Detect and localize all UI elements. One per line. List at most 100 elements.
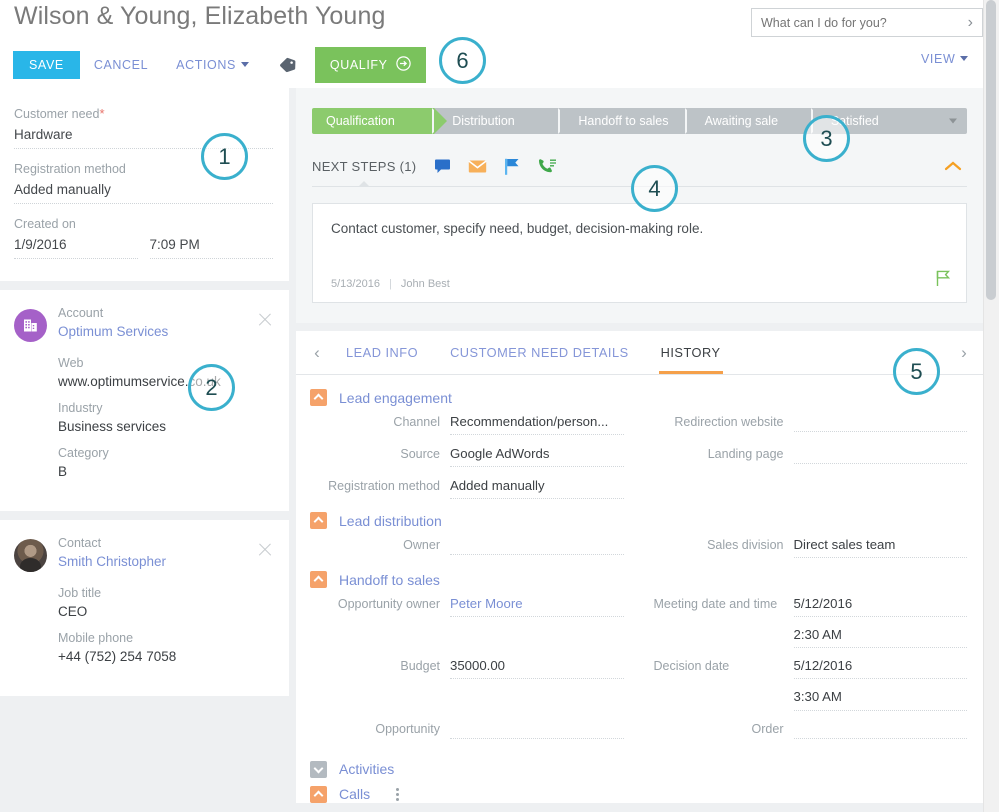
contact-field-mobile-phone: Mobile phone +44 (752) 254 7058 (58, 631, 273, 664)
tab-list: LEAD INFO CUSTOMER NEED DETAILS HISTORY (330, 331, 975, 374)
qualify-button[interactable]: QUALIFY (314, 47, 426, 83)
actions-menu-button[interactable]: ACTIONS (162, 51, 263, 80)
field-label: Decision date (653, 659, 730, 674)
section-title[interactable]: Calls (339, 786, 370, 802)
next-step-meta: 5/13/2016 | John Best (331, 278, 450, 290)
field-value-meeting-date[interactable]: 5/12/2016 (793, 594, 967, 618)
search-box[interactable]: › (751, 8, 983, 37)
stage-distribution[interactable]: Distribution (434, 108, 574, 134)
field-value-channel[interactable]: Recommendation/person... (450, 412, 624, 436)
save-button[interactable]: SAVE (13, 50, 80, 79)
account-field-industry: Industry Business services (58, 401, 273, 434)
cancel-button[interactable]: CANCEL (80, 51, 162, 80)
callout-2: 2 (188, 364, 235, 411)
field-value-opportunity-owner[interactable]: Peter Moore (450, 594, 624, 618)
field-value-meeting-time[interactable]: 2:30 AM (793, 625, 967, 649)
field-value-redirection-website[interactable] (793, 412, 967, 432)
section-lead-distribution-header[interactable]: Lead distribution (310, 512, 967, 529)
callout-3: 3 (803, 115, 850, 162)
action-toolbar: SAVE CANCEL ACTIONS QUALIFY (13, 47, 426, 83)
field-value-decision-time[interactable]: 3:30 AM (793, 687, 967, 711)
field-value-registration-method[interactable]: Added manually (450, 476, 624, 500)
callout-5: 5 (893, 348, 940, 395)
next-step-card[interactable]: Contact customer, specify need, budget, … (312, 203, 967, 303)
field-value-landing-page[interactable] (793, 444, 967, 464)
field-created-on: Created on 1/9/2016 7:09 PM (14, 217, 273, 259)
field-value-opportunity[interactable] (450, 719, 624, 739)
tab-lead-info[interactable]: LEAD INFO (330, 331, 434, 374)
collapse-next-steps-icon[interactable] (943, 159, 963, 177)
field-grid: Lead engagement Channel Recommendation/p… (296, 375, 983, 803)
search-input[interactable] (761, 15, 968, 30)
chevron-down-icon[interactable] (949, 118, 958, 124)
collapse-toggle-icon[interactable] (310, 785, 327, 803)
chevron-left-icon[interactable]: ‹ (304, 343, 330, 363)
more-options-icon[interactable] (396, 787, 400, 801)
chevron-down-icon (960, 56, 969, 61)
field-row: Registration method Added manually (310, 476, 967, 508)
callout-6: 6 (439, 37, 486, 84)
field-value-sales-division[interactable]: Direct sales team (793, 535, 967, 559)
section-title[interactable]: Handoff to sales (339, 572, 440, 588)
field-value-order[interactable] (793, 719, 967, 739)
stage-qualification[interactable]: Qualification (312, 108, 448, 134)
chevron-right-icon[interactable]: › (951, 343, 977, 363)
field-label: Budget (400, 659, 440, 674)
close-icon[interactable] (257, 312, 273, 328)
field-label: Industry (58, 400, 103, 415)
stage-progress-bar: Qualification Distribution Handoff to sa… (312, 108, 968, 134)
tag-icon[interactable] (279, 57, 297, 73)
field-value-created-time[interactable]: 7:09 PM (149, 237, 273, 259)
stage-awaiting-sale[interactable]: Awaiting sale (686, 108, 827, 134)
page-scrollbar[interactable] (983, 0, 999, 812)
tab-history[interactable]: HISTORY (645, 331, 737, 374)
section-lead-engagement-header[interactable]: Lead engagement (310, 389, 967, 406)
flag-outline-icon[interactable] (936, 270, 951, 292)
field-label: Web (58, 355, 84, 370)
collapse-toggle-icon[interactable] (310, 571, 327, 588)
callout-1: 1 (201, 133, 248, 180)
comment-icon[interactable] (434, 158, 451, 174)
collapse-toggle-icon[interactable] (310, 512, 327, 529)
account-name-link[interactable]: Optimum Services (58, 324, 273, 339)
view-menu-button[interactable]: VIEW (921, 52, 969, 66)
email-icon[interactable] (468, 159, 488, 174)
field-row: Budget 35000.00 Decision date 5/12/2016 … (310, 656, 967, 718)
field-value-owner[interactable] (450, 535, 624, 555)
next-steps-card-area: Contact customer, specify need, budget, … (296, 187, 983, 323)
page-header: Wilson & Young, Elizabeth Young SAVE CAN… (0, 0, 983, 88)
field-value-created-date[interactable]: 1/9/2016 (14, 237, 138, 259)
field-value-source[interactable]: Google AdWords (450, 444, 624, 468)
scrollbar-thumb[interactable] (986, 0, 996, 300)
field-value: Business services (58, 418, 167, 434)
avatar (14, 538, 47, 572)
field-label: Owner (403, 538, 440, 552)
required-marker: * (99, 106, 105, 121)
field-label: Landing page (707, 447, 784, 461)
expand-toggle-icon[interactable] (310, 760, 327, 778)
close-icon[interactable] (257, 542, 273, 558)
field-row: Opportunity Order (310, 719, 967, 751)
flag-icon[interactable] (504, 158, 520, 175)
section-calls-header[interactable]: Calls (310, 785, 967, 803)
contact-label: Contact (58, 535, 102, 550)
field-value-budget[interactable]: 35000.00 (450, 656, 624, 680)
contact-name-link[interactable]: Smith Christopher (58, 554, 273, 569)
field-label: Sales division (707, 538, 784, 552)
chevron-right-icon[interactable]: › (968, 14, 973, 31)
stage-handoff-to-sales[interactable]: Handoff to sales (560, 108, 700, 134)
section-title[interactable]: Activities (339, 761, 394, 777)
section-activities-header[interactable]: Activities (310, 760, 967, 778)
section-handoff-to-sales-header[interactable]: Handoff to sales (310, 571, 967, 588)
tab-customer-need-details[interactable]: CUSTOMER NEED DETAILS (434, 331, 645, 374)
field-label: Category (58, 445, 109, 460)
field-value: +44 (752) 254 7058 (58, 648, 177, 664)
collapse-toggle-icon[interactable] (310, 389, 327, 406)
section-title[interactable]: Lead distribution (339, 513, 442, 529)
call-icon[interactable] (537, 158, 557, 175)
field-label: Redirection website (674, 415, 784, 429)
section-title[interactable]: Lead engagement (339, 390, 452, 406)
field-value-decision-date[interactable]: 5/12/2016 (793, 656, 967, 680)
field-label: Job title (58, 585, 102, 600)
field-value-registration-method[interactable]: Added manually (14, 182, 273, 204)
